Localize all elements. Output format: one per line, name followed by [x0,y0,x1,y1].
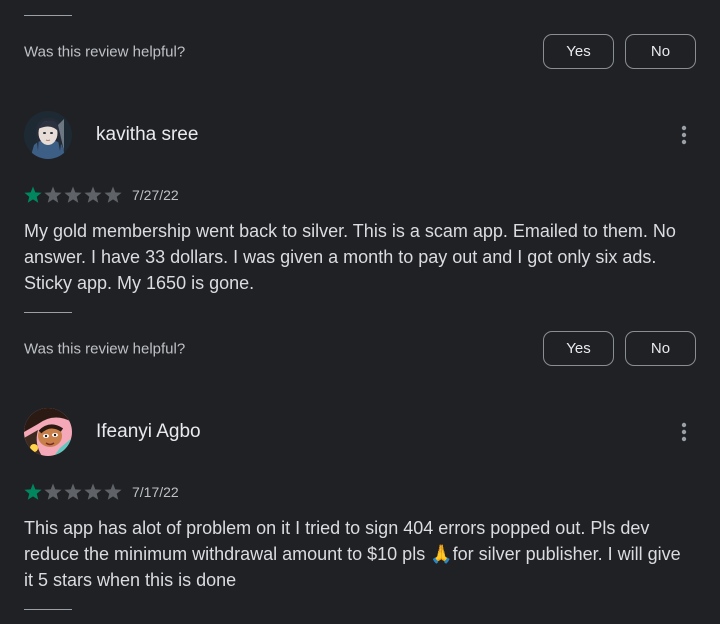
helpful-yes-button[interactable]: Yes [543,34,614,69]
star-filled-icon [24,483,42,500]
avatar [24,111,72,159]
star-empty-icon [44,483,62,500]
helpful-yes-button[interactable]: Yes [543,331,614,366]
star-empty-icon [104,186,122,203]
helpful-row: Was this review helpful? Yes No [24,34,696,70]
star-empty-icon [84,483,102,500]
review-text: This app has alot of problem on it I tri… [24,518,681,590]
helpful-no-button[interactable]: No [625,331,696,366]
helpful-prompt: Was this review helpful? [24,340,186,358]
star-empty-icon [64,186,82,203]
review-date: 7/17/22 [132,484,179,500]
star-empty-icon [64,483,82,500]
helpful-prompt: Was this review helpful? [24,43,186,61]
author-name: Ifeanyi Agbo [96,421,201,442]
star-rating [24,186,122,203]
helpful-row: Was this review helpful? Yes No [24,331,696,367]
review-date: 7/27/22 [132,187,179,203]
star-empty-icon [104,483,122,500]
star-empty-icon [84,186,102,203]
helpful-no-button[interactable]: No [625,34,696,69]
author-name: kavitha sree [96,124,199,145]
more-options-icon[interactable] [672,420,696,444]
star-filled-icon [24,186,42,203]
review-divider [24,312,72,313]
star-rating [24,483,122,500]
review-header: Ifeanyi Agbo [24,408,696,456]
review-header: kavitha sree [24,111,696,159]
review-divider [24,15,72,16]
review-text: My gold membership went back to silver. … [24,221,676,293]
avatar [24,408,72,456]
star-empty-icon [44,186,62,203]
more-options-icon[interactable] [672,123,696,147]
review-divider [24,609,72,610]
